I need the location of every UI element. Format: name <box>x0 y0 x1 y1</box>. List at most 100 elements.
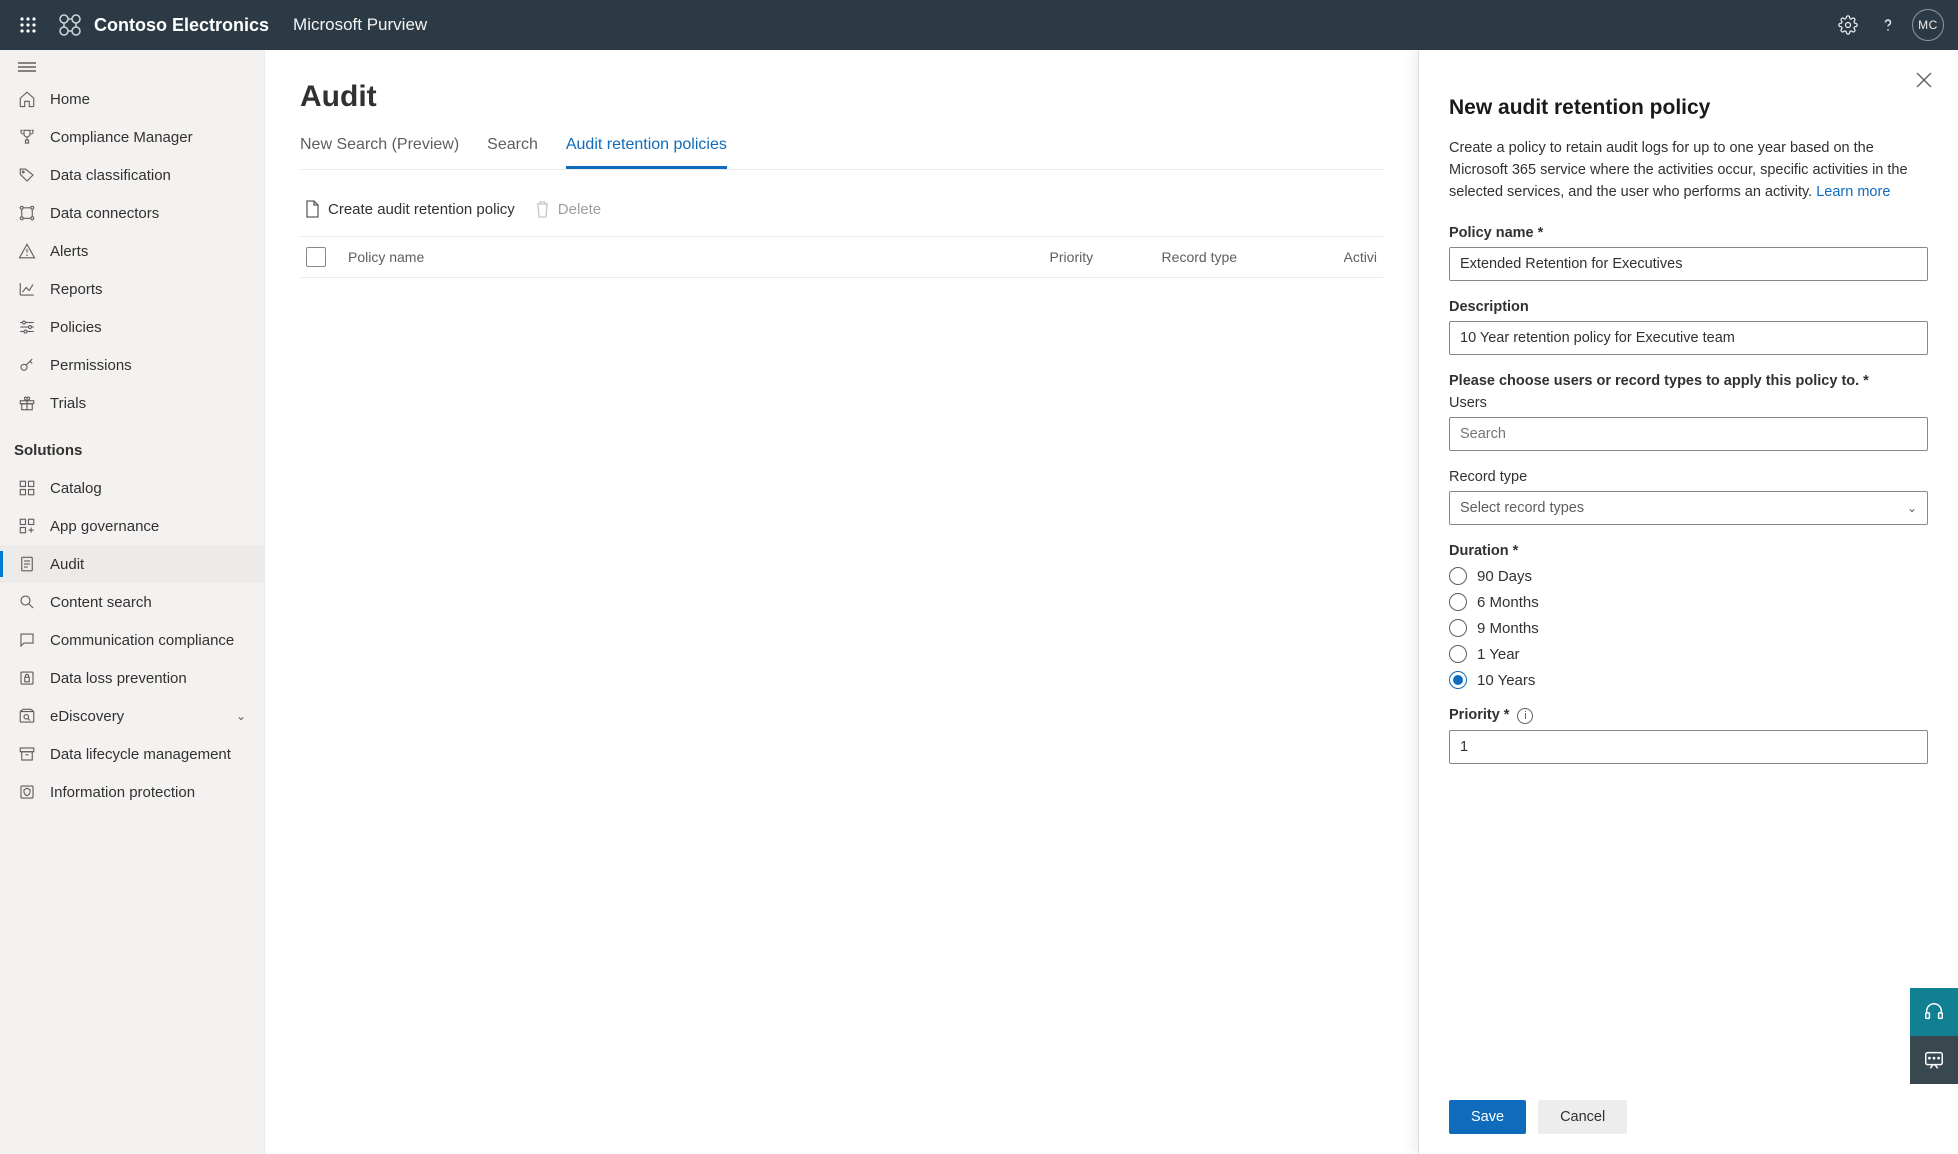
give-feedback-button[interactable] <box>1910 1036 1958 1084</box>
info-icon[interactable]: i <box>1517 708 1533 724</box>
sidebar-item-communication-compliance[interactable]: Communication compliance <box>0 621 264 659</box>
col-record-type[interactable]: Record type <box>1162 249 1322 265</box>
duration-option-label: 9 Months <box>1477 620 1539 637</box>
sidebar-item-home[interactable]: Home <box>0 80 264 118</box>
sidebar-item-label: Audit <box>50 556 84 573</box>
sidebar-item-compliance-manager[interactable]: Compliance Manager <box>0 118 264 156</box>
sidebar-item-label: Catalog <box>50 480 102 497</box>
sidebar-item-data-loss-prevention[interactable]: Data loss prevention <box>0 659 264 697</box>
priority-label-text: Priority * <box>1449 707 1509 723</box>
key-icon <box>18 356 36 374</box>
sidebar-item-label: Data lifecycle management <box>50 746 231 763</box>
tag-icon <box>18 166 36 184</box>
record-type-placeholder: Select record types <box>1460 500 1584 516</box>
create-policy-label: Create audit retention policy <box>328 201 515 218</box>
record-type-select[interactable]: Select record types ⌄ <box>1449 491 1928 525</box>
priority-input[interactable] <box>1449 730 1928 764</box>
sidebar-item-reports[interactable]: Reports <box>0 270 264 308</box>
sidebar-item-data-lifecycle[interactable]: Data lifecycle management <box>0 735 264 773</box>
sidebar-item-content-search[interactable]: Content search <box>0 583 264 621</box>
users-label: Users <box>1449 395 1928 411</box>
settings-icon[interactable] <box>1828 5 1868 45</box>
avatar[interactable]: MC <box>1908 5 1948 45</box>
priority-label: Priority * i <box>1449 707 1928 724</box>
tabs: New Search (Preview) Search Audit retent… <box>300 136 1383 170</box>
policies-icon <box>18 318 36 336</box>
trophy-icon <box>18 128 36 146</box>
flyout-panel: New audit retention policy Create a poli… <box>1418 50 1958 1154</box>
duration-option-10-years[interactable]: 10 Years <box>1449 671 1928 689</box>
flyout-description: Create a policy to retain audit logs for… <box>1449 138 1928 203</box>
duration-option-label: 1 Year <box>1477 646 1520 663</box>
flyout-title: New audit retention policy <box>1449 96 1928 120</box>
description-label: Description <box>1449 299 1928 315</box>
description-input[interactable] <box>1449 321 1928 355</box>
sidebar-item-trials[interactable]: Trials <box>0 384 264 422</box>
select-all-checkbox[interactable] <box>306 247 326 267</box>
duration-option-6-months[interactable]: 6 Months <box>1449 593 1928 611</box>
col-activities[interactable]: Activi <box>1344 249 1377 265</box>
delete-icon <box>535 200 550 218</box>
sidebar-section-solutions: Solutions <box>0 422 264 469</box>
feedback-headset-button[interactable] <box>1910 988 1958 1036</box>
duration-option-label: 90 Days <box>1477 568 1532 585</box>
col-priority[interactable]: Priority <box>1050 249 1140 265</box>
sidebar-item-label: Home <box>50 91 90 108</box>
sidebar-item-information-protection[interactable]: Information protection <box>0 773 264 811</box>
sidebar-item-data-classification[interactable]: Data classification <box>0 156 264 194</box>
sidebar-item-app-governance[interactable]: App governance <box>0 507 264 545</box>
sidebar-item-label: eDiscovery <box>50 708 124 725</box>
tab-new-search[interactable]: New Search (Preview) <box>300 136 459 169</box>
duration-option-1-year[interactable]: 1 Year <box>1449 645 1928 663</box>
connector-icon <box>18 204 36 222</box>
product-name: Microsoft Purview <box>293 15 427 35</box>
sidebar-item-audit[interactable]: Audit <box>0 545 264 583</box>
chevron-down-icon: ⌄ <box>1907 501 1917 515</box>
app-launcher-icon[interactable] <box>10 7 46 43</box>
chart-icon <box>18 280 36 298</box>
search-icon <box>18 593 36 611</box>
floating-buttons <box>1910 988 1958 1084</box>
sidebar-item-label: Reports <box>50 281 103 298</box>
duration-option-label: 6 Months <box>1477 594 1539 611</box>
org-name: Contoso Electronics <box>94 15 269 36</box>
sidebar-item-label: Communication compliance <box>50 632 234 649</box>
duration-label: Duration * <box>1449 543 1928 559</box>
sidebar-item-label: Policies <box>50 319 102 336</box>
sidebar-item-label: Trials <box>50 395 86 412</box>
duration-option-label: 10 Years <box>1477 672 1535 689</box>
sidebar-item-label: Compliance Manager <box>50 129 193 146</box>
chat-icon <box>18 631 36 649</box>
sidebar-item-label: Data loss prevention <box>50 670 187 687</box>
policy-name-input[interactable] <box>1449 247 1928 281</box>
sidebar-item-data-connectors[interactable]: Data connectors <box>0 194 264 232</box>
col-policy-name[interactable]: Policy name <box>348 249 1028 265</box>
content: Audit New Search (Preview) Search Audit … <box>265 50 1958 1154</box>
sidebar-item-label: Data connectors <box>50 205 159 222</box>
users-search-input[interactable] <box>1449 417 1928 451</box>
grid-icon <box>18 479 36 497</box>
sidebar-item-label: Information protection <box>50 784 195 801</box>
sidebar-item-ediscovery[interactable]: eDiscovery ⌄ <box>0 697 264 735</box>
tab-search[interactable]: Search <box>487 136 538 169</box>
sidebar-item-permissions[interactable]: Permissions <box>0 346 264 384</box>
org-logo-icon <box>52 7 88 43</box>
sidebar-item-alerts[interactable]: Alerts <box>0 232 264 270</box>
close-icon[interactable] <box>1908 64 1940 96</box>
lock-icon <box>18 669 36 687</box>
delete-label: Delete <box>558 201 601 218</box>
cancel-button[interactable]: Cancel <box>1538 1100 1627 1134</box>
duration-option-9-months[interactable]: 9 Months <box>1449 619 1928 637</box>
duration-option-90-days[interactable]: 90 Days <box>1449 567 1928 585</box>
tab-audit-retention[interactable]: Audit retention policies <box>566 136 727 169</box>
learn-more-link[interactable]: Learn more <box>1816 184 1890 200</box>
sidebar-item-policies[interactable]: Policies <box>0 308 264 346</box>
sidebar-item-catalog[interactable]: Catalog <box>0 469 264 507</box>
table-header: Policy name Priority Record type Activi <box>300 236 1383 278</box>
sidebar: Home Compliance Manager Data classificat… <box>0 50 265 1154</box>
alert-icon <box>18 242 36 260</box>
save-button[interactable]: Save <box>1449 1100 1526 1134</box>
create-policy-button[interactable]: Create audit retention policy <box>304 200 515 218</box>
collapse-nav-icon[interactable] <box>0 62 264 80</box>
help-icon[interactable] <box>1868 5 1908 45</box>
